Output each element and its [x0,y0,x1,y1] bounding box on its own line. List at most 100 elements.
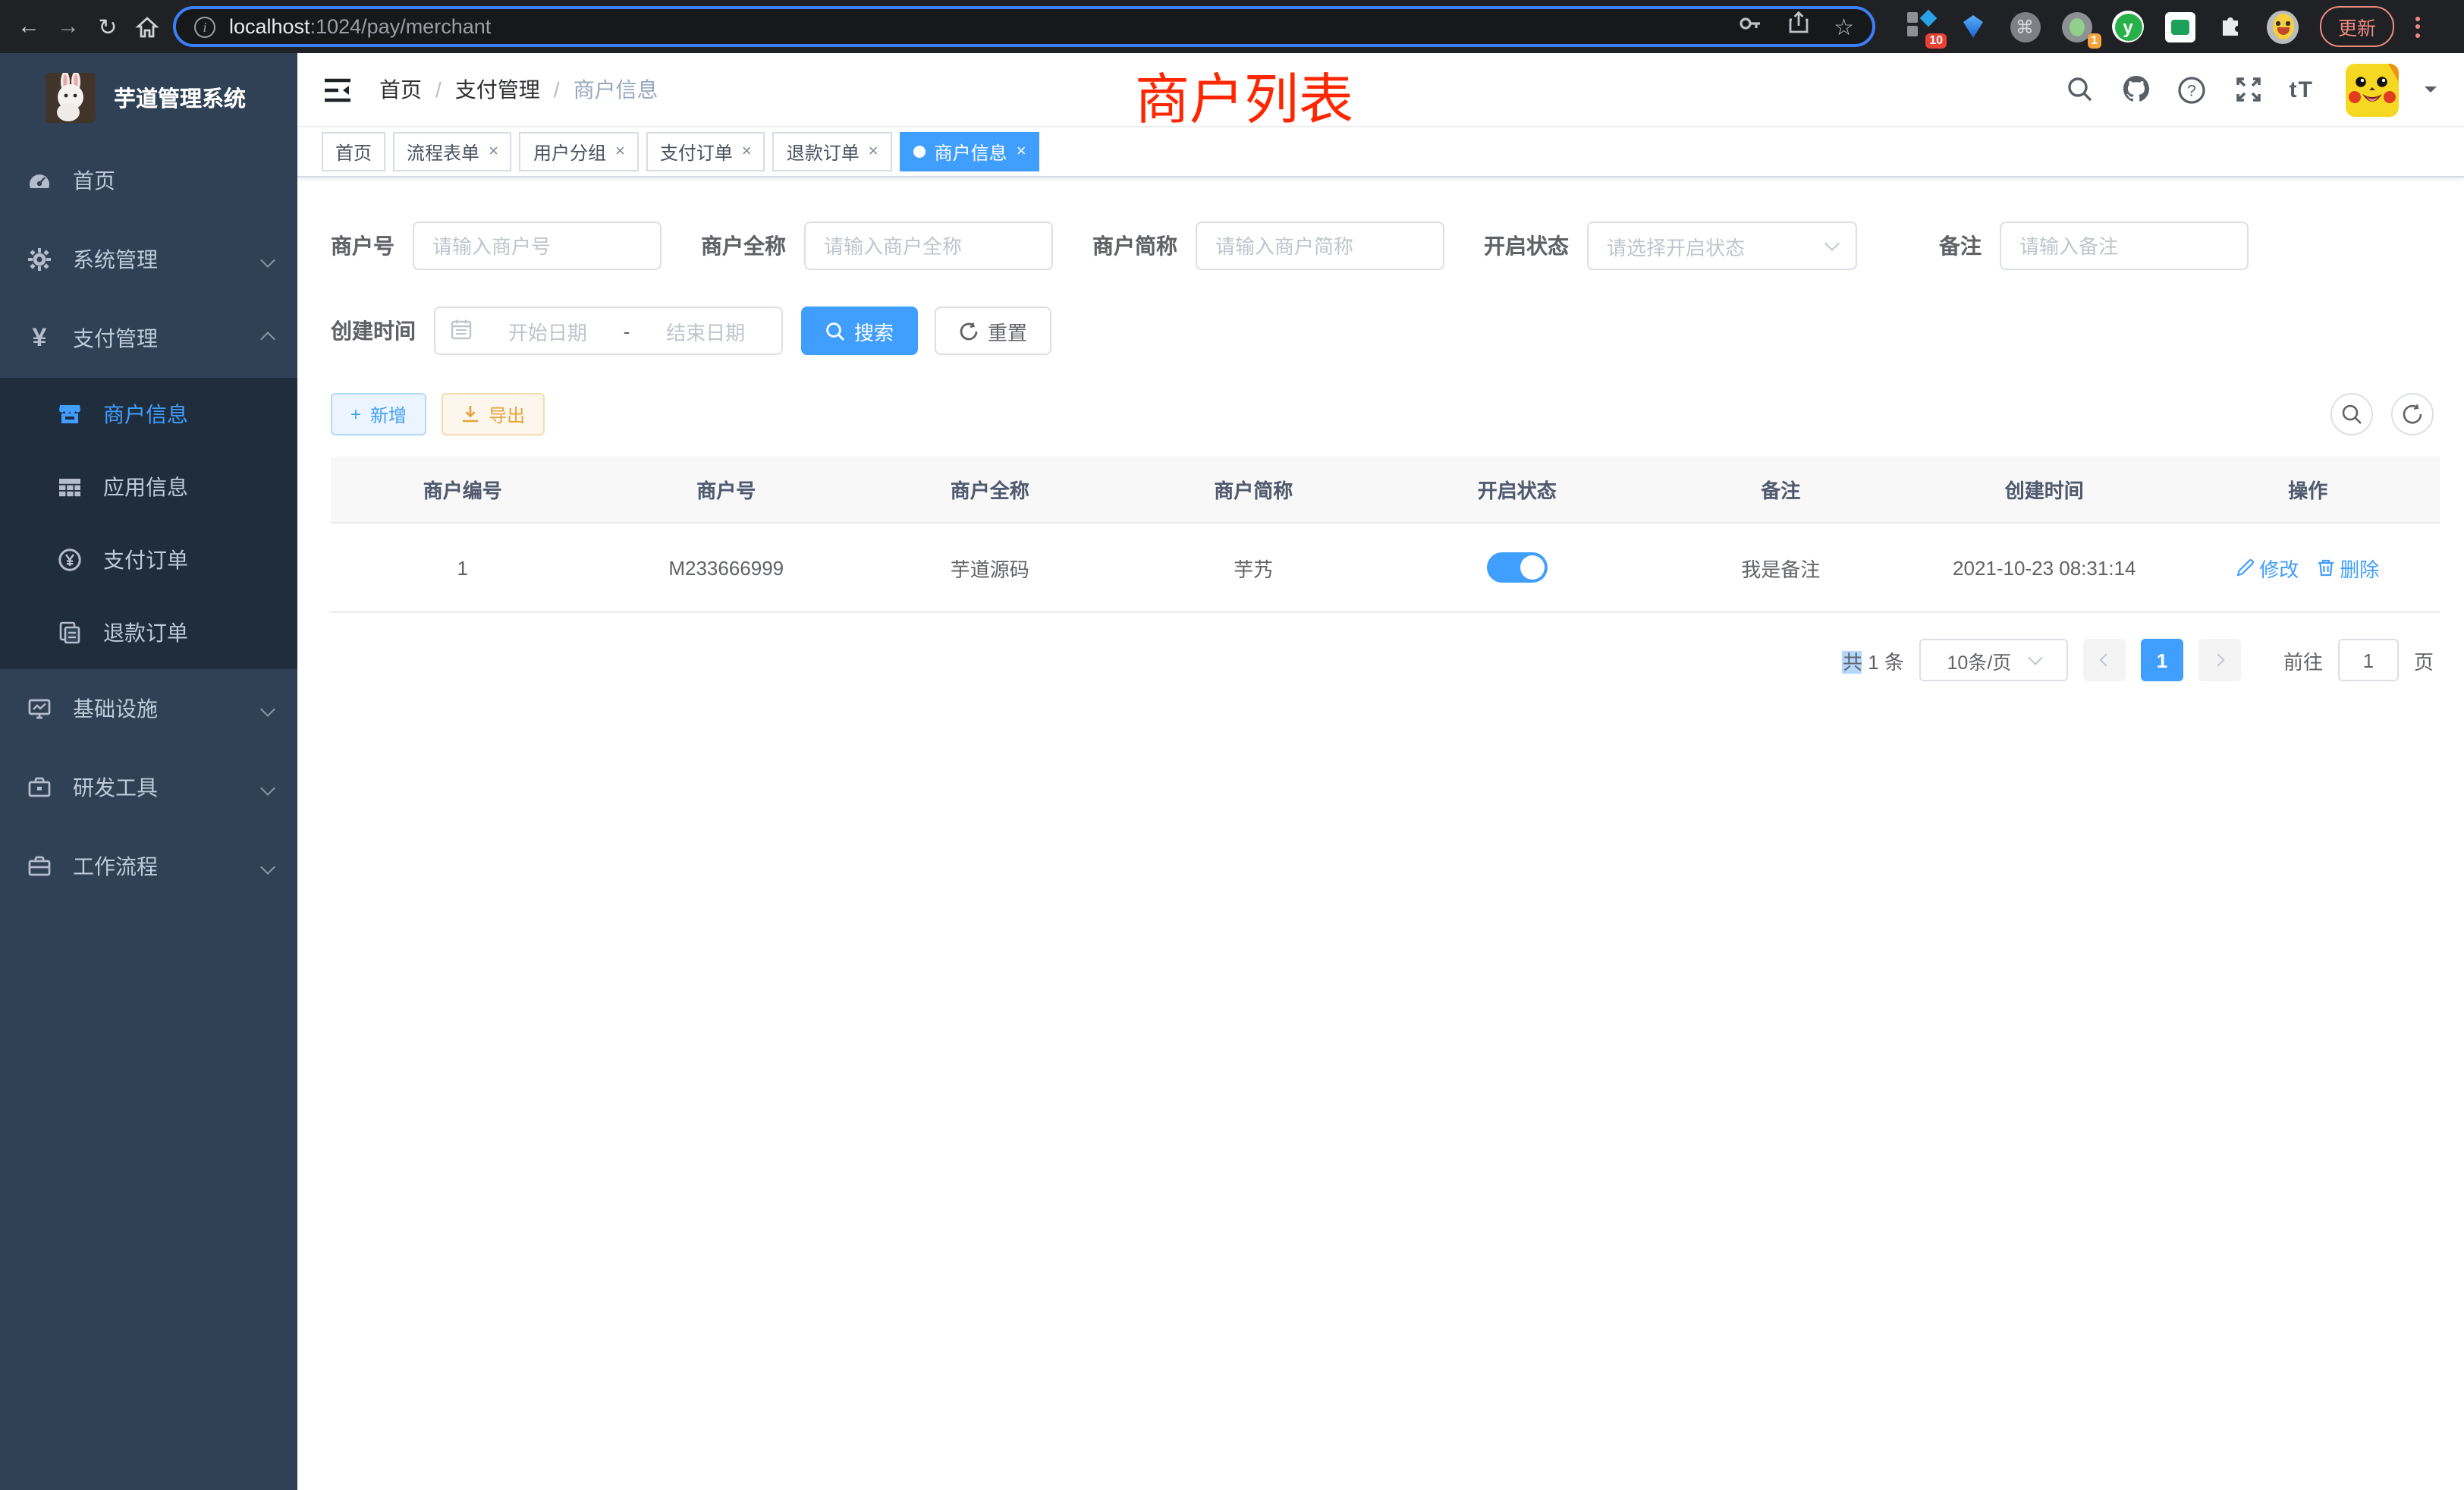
annotation-title: 商户列表 [1135,56,1353,135]
sidebar-item-label: 退款订单 [103,618,273,648]
sidebar-collapse-icon[interactable] [322,74,352,105]
search-button[interactable]: 搜索 [801,306,918,355]
sidebar-item-merchant-info[interactable]: 商户信息 [0,378,297,451]
goto-page-input[interactable] [2338,639,2399,681]
active-dot [913,146,926,158]
page-info-icon[interactable]: i [194,16,215,37]
search-form-row-2: 创建时间 开始日期 - 结束日期 搜索 [331,306,2440,355]
sidebar-item-devtools[interactable]: 研发工具 [0,748,297,827]
sidebar-item-app-info[interactable]: 应用信息 [0,451,297,523]
chevron-down-icon [2027,650,2042,665]
current-page[interactable]: 1 [2141,639,2183,681]
tab-pay-order[interactable]: 支付订单× [646,132,765,171]
chrome-update-button[interactable]: 更新 [2320,6,2394,47]
close-icon[interactable]: × [869,143,878,161]
sidebar-item-pay-order[interactable]: 支付订单 [0,523,297,596]
sidebar-item-workflow[interactable]: 工作流程 [0,827,297,906]
avatar-dropdown-icon[interactable] [2425,86,2437,99]
app-title: 芋道管理系统 [114,81,246,113]
browser-forward-icon[interactable]: → [49,7,88,46]
refresh-button[interactable] [2391,393,2434,435]
search-form-row-1: 商户号 商户全称 商户简称 开启状态 请选择开启状态 [331,222,2440,270]
col-short-name: 商户简称 [1122,475,1386,504]
extensions-puzzle-icon[interactable] [2215,11,2247,42]
url-text[interactable]: localhost:1024/pay/merchant [229,15,1736,38]
storefront-icon [58,402,82,426]
topbar: 首页 / 支付管理 / 商户信息 ? [297,53,2464,127]
remark-label: 备注 [1939,231,1982,261]
show-search-button[interactable] [2330,393,2373,435]
edit-button[interactable]: 修改 [2236,553,2299,582]
header-search-icon[interactable] [2065,74,2095,105]
chevron-up-icon [260,331,275,346]
status-toggle[interactable] [1487,552,1548,583]
page-size-select[interactable]: 10条/页 [1919,639,2068,681]
merchant-fullname-label: 商户全称 [701,231,786,261]
close-icon[interactable]: × [1017,143,1026,161]
password-key-icon[interactable] [1736,10,1762,43]
create-time-range-picker[interactable]: 开始日期 - 结束日期 [434,306,783,355]
page-root: ← → ↻ i localhost:1024/pay/merchant ☆ 10 [0,0,2464,1490]
sidebar-logo[interactable]: 芋道管理系统 [0,53,297,141]
sidebar-item-label: 支付订单 [103,545,273,575]
tags-view-bar: 首页 流程表单× 用户分组× 支付订单× 退款订单× 商户信息× [297,127,2464,178]
url-path: :1024/pay/merchant [310,15,492,38]
status-select[interactable]: 请选择开启状态 [1587,222,1857,270]
share-icon[interactable] [1787,11,1809,42]
create-time-label: 创建时间 [331,316,416,346]
extension-gem-icon[interactable] [1957,11,1989,42]
sidebar-item-pay[interactable]: ¥ 支付管理 [0,299,297,378]
col-actions: 操作 [2176,475,2440,504]
extension-record-icon[interactable]: 1 [2060,11,2092,42]
breadcrumb-current: 商户信息 [574,74,658,105]
reset-button[interactable]: 重置 [935,306,1051,355]
delete-button[interactable]: 删除 [2317,553,2379,582]
sidebar-item-refund-order[interactable]: 退款订单 [0,596,297,669]
close-icon[interactable]: × [489,143,498,161]
tab-process-form[interactable]: 流程表单× [393,132,512,171]
font-size-icon[interactable]: tT [2290,77,2314,102]
tab-merchant-info[interactable]: 商户信息× [900,132,1040,171]
sidebar-item-system[interactable]: 系统管理 [0,220,297,299]
bookmark-star-icon[interactable]: ☆ [1834,13,1854,40]
merchant-fullname-input[interactable] [804,222,1053,270]
user-avatar[interactable] [2346,63,2399,116]
table-row: 1 M233666999 芋道源码 芋艿 我是备注 2021-10-23 08:… [331,523,2440,613]
fullscreen-icon[interactable] [2233,74,2264,105]
close-icon[interactable]: × [742,143,752,161]
breadcrumb-pay[interactable]: 支付管理 [455,74,540,105]
browser-home-icon[interactable] [127,7,167,46]
browser-reload-icon[interactable]: ↻ [88,7,127,46]
chevron-down-icon [260,780,275,795]
remark-input[interactable] [2000,222,2249,270]
cell-full-name: 芋道源码 [858,553,1122,582]
prev-page-button[interactable] [2083,639,2126,681]
calendar-icon [451,318,472,344]
close-icon[interactable]: × [615,143,625,161]
sidebar-item-label: 基础设施 [73,693,262,724]
next-page-button[interactable] [2198,639,2241,681]
profile-avatar-icon[interactable] [2267,11,2299,42]
yen-icon: ¥ [27,326,52,350]
browser-back-icon[interactable]: ← [9,7,49,46]
help-icon[interactable]: ? [2177,74,2208,105]
extension-command-icon[interactable]: ⌘ [2009,11,2041,42]
merchant-no-input[interactable] [413,222,662,270]
export-button[interactable]: 导出 [442,393,545,435]
add-button[interactable]: + 新增 [331,393,426,435]
sidebar-item-home[interactable]: 首页 [0,141,297,220]
gear-icon [27,247,52,272]
extension-chat-icon[interactable] [2164,11,2195,42]
tab-user-group[interactable]: 用户分组× [520,132,639,171]
tab-home[interactable]: 首页 [322,132,385,171]
tab-refund-order[interactable]: 退款订单× [773,132,892,171]
status-label: 开启状态 [1484,231,1569,261]
github-icon[interactable] [2121,74,2151,105]
sidebar-item-infra[interactable]: 基础设施 [0,669,297,748]
extension-youdao-icon[interactable]: y [2112,11,2144,42]
url-bar[interactable]: i localhost:1024/pay/merchant ☆ [173,6,1875,47]
breadcrumb-home[interactable]: 首页 [379,74,422,105]
extension-grid-icon[interactable]: 10 [1906,11,1938,42]
merchant-shortname-input[interactable] [1196,222,1444,270]
browser-menu-icon[interactable] [2409,13,2426,40]
